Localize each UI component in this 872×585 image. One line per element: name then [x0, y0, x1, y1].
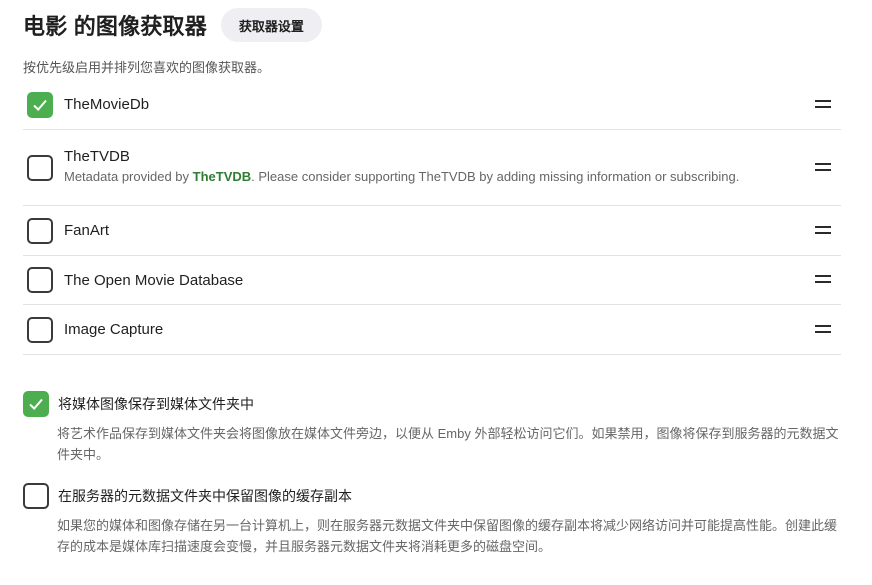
fetcher-checkbox-image-capture[interactable] [27, 316, 53, 343]
cache-copy-help: 如果您的媒体和图像存储在另一台计算机上，则在服务器元数据文件夹中保留图像的缓存副… [57, 518, 838, 554]
fetcher-name: TheTVDB [64, 148, 130, 165]
page-title: 电影 的图像获取器 [23, 14, 207, 39]
fetcher-attribution: Metadata provided by TheTVDB. Please con… [64, 167, 841, 187]
check-icon [33, 99, 47, 111]
drag-handle-icon[interactable] [815, 99, 831, 110]
attribution-suffix: . Please consider supporting TheTVDB by … [251, 169, 740, 184]
fetcher-row-fanart[interactable]: FanArt [23, 206, 841, 256]
fetcher-name: Image Capture [64, 321, 164, 338]
thetvdb-link[interactable]: TheTVDB [193, 169, 252, 184]
save-local-help: 将艺术作品保存到媒体文件夹会将图像放在媒体文件旁边，以便从 Emby 外部轻松访… [57, 426, 839, 462]
fetcher-name: FanArt [64, 222, 110, 239]
drag-handle-icon[interactable] [815, 225, 831, 236]
fetcher-row-themoviedb[interactable]: TheMovieDb [23, 80, 841, 130]
fetcher-checkbox-omdb[interactable] [27, 267, 53, 293]
image-fetcher-list: TheMovieDb TheTVDB Metadata provided by … [23, 80, 841, 355]
fetcher-row-omdb[interactable]: The Open Movie Database [23, 256, 841, 305]
cache-copy-checkbox[interactable] [23, 483, 49, 509]
page-description: 按优先级启用并排列您喜欢的图像获取器。 [23, 60, 271, 75]
fetcher-row-image-capture[interactable]: Image Capture [23, 305, 841, 355]
save-local-checkbox[interactable] [23, 391, 49, 417]
drag-handle-icon[interactable] [815, 162, 831, 173]
fetcher-checkbox-fanart[interactable] [27, 217, 53, 244]
check-icon [29, 398, 43, 410]
fetcher-row-thetvdb[interactable]: TheTVDB Metadata provided by TheTVDB. Pl… [23, 130, 841, 206]
header: 电影 的图像获取器 获取器设置 [23, 8, 322, 42]
fetcher-checkbox-thetvdb[interactable] [27, 154, 53, 181]
drag-handle-icon[interactable] [815, 275, 831, 285]
drag-handle-icon[interactable] [815, 324, 831, 335]
save-local-label[interactable]: 将媒体图像保存到媒体文件夹中 [58, 394, 254, 414]
fetcher-name: The Open Movie Database [64, 271, 244, 289]
fetcher-settings-button[interactable]: 获取器设置 [220, 8, 322, 42]
cache-copy-label[interactable]: 在服务器的元数据文件夹中保留图像的缓存副本 [58, 486, 352, 506]
option-cache-copy: 在服务器的元数据文件夹中保留图像的缓存副本 如果您的媒体和图像存储在另一台计算机… [23, 483, 843, 557]
fetcher-name: TheMovieDb [64, 96, 150, 113]
attribution-prefix: Metadata provided by [64, 169, 193, 184]
option-save-local: 将媒体图像保存到媒体文件夹中 将艺术作品保存到媒体文件夹会将图像放在媒体文件旁边… [23, 391, 843, 465]
fetcher-checkbox-themoviedb[interactable] [27, 91, 53, 118]
